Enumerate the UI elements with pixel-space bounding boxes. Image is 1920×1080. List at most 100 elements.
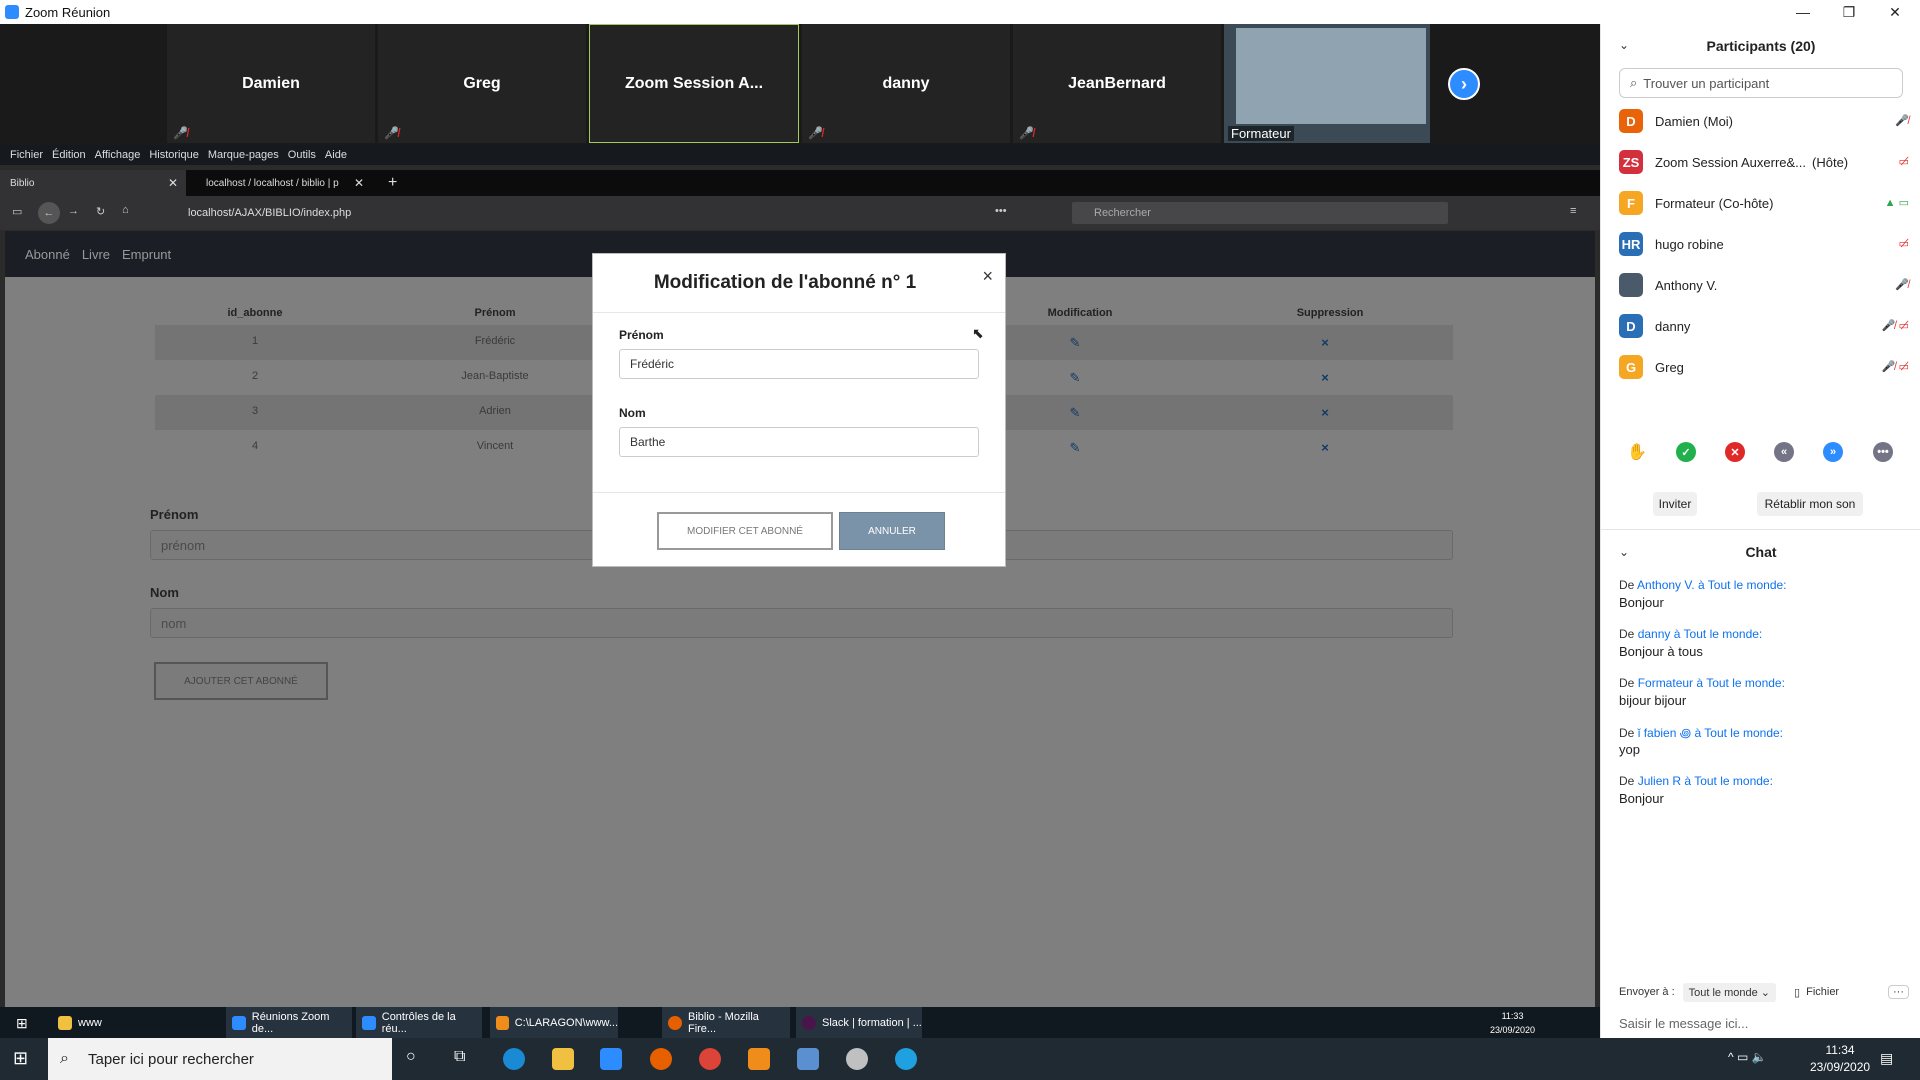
hamburger-menu-icon[interactable]: ≡	[1570, 205, 1576, 217]
windows-start-icon[interactable]: ⊞	[13, 1048, 28, 1069]
forward-arrow-icon[interactable]: →	[68, 205, 79, 217]
task-firefox[interactable]: Biblio - Mozilla Fire...	[662, 1007, 790, 1039]
file-icon[interactable]: ▯	[1794, 986, 1800, 999]
task-view-icon[interactable]: ⧉	[454, 1048, 465, 1066]
participant-row[interactable]: ZS Zoom Session Auxerre&... (Hôte) ▭̸	[1619, 147, 1909, 177]
close-tab-icon[interactable]: ✕	[168, 176, 178, 190]
nav-emprunt[interactable]: Emprunt	[122, 247, 171, 262]
video-tile-greg[interactable]: Greg 🎤̸	[378, 24, 586, 143]
delete-x-icon[interactable]: ×	[1315, 370, 1335, 385]
participant-row[interactable]: Ddanny 🎤̸ ▭̸	[1619, 311, 1909, 341]
video-tile-jeanbernard[interactable]: JeanBernard 🎤̸	[1013, 24, 1221, 143]
menu-fichier[interactable]: Fichier	[10, 149, 43, 161]
new-tab-button[interactable]: +	[378, 170, 408, 196]
taskbar-search-input[interactable]: ⌕ Taper ici pour rechercher	[48, 1038, 392, 1080]
participant-search-input[interactable]: ⌕ Trouver un participant	[1619, 68, 1903, 98]
taskbar-clock[interactable]: 11:34 23/09/2020	[1810, 1042, 1870, 1076]
menu-marque-pages[interactable]: Marque-pages	[208, 149, 279, 161]
participant-row[interactable]: Anthony V. 🎤̸	[1619, 270, 1909, 300]
chat-message-input[interactable]: Saisir le message ici...	[1619, 1016, 1748, 1031]
participant-row[interactable]: F Formateur (Co-hôte) ▲ ▭	[1619, 188, 1909, 218]
sublime-text-icon[interactable]	[748, 1048, 770, 1070]
notifications-icon[interactable]: ▤	[1880, 1050, 1893, 1067]
recipient[interactable]: Tout le monde:	[1684, 627, 1763, 641]
menu-historique[interactable]: Historique	[149, 149, 199, 161]
delete-x-icon[interactable]: ×	[1315, 440, 1335, 455]
delete-x-icon[interactable]: ×	[1315, 335, 1335, 350]
sender[interactable]: Formateur	[1638, 676, 1693, 690]
sender[interactable]: Julien R	[1638, 774, 1681, 788]
sender[interactable]: ǐ fabien ꩜	[1638, 726, 1691, 740]
video-tile-danny[interactable]: danny 🎤̸	[802, 24, 1010, 143]
reload-icon[interactable]: ↻	[96, 205, 105, 218]
recipient[interactable]: Tout le monde:	[1706, 676, 1785, 690]
task-zoom-meetings[interactable]: Réunions Zoom de...	[226, 1007, 352, 1039]
go-slower-icon[interactable]: «	[1774, 442, 1794, 462]
minimize-button[interactable]: —	[1780, 0, 1826, 24]
task-zoom-controls[interactable]: Contrôles de la réu...	[356, 1007, 482, 1039]
go-faster-icon[interactable]: »	[1823, 442, 1843, 462]
url-bar[interactable]: localhost/AJAX/BIBLIO/index.php	[188, 203, 1008, 223]
file-explorer-icon[interactable]	[552, 1048, 574, 1070]
participant-row[interactable]: G Greg 🎤̸ ▭̸	[1619, 352, 1909, 382]
delete-x-icon[interactable]: ×	[1315, 405, 1335, 420]
more-options-icon[interactable]: •••	[1873, 442, 1893, 462]
modal-prenom-input[interactable]: Frédéric	[619, 349, 979, 379]
add-subscriber-button[interactable]: AJOUTER CET ABONNÉ	[154, 662, 328, 700]
file-button[interactable]: Fichier	[1806, 986, 1839, 998]
home-icon[interactable]: ⌂	[122, 204, 129, 216]
sidebar-icon[interactable]: ▭	[12, 205, 22, 218]
close-tab-icon[interactable]: ✕	[354, 176, 364, 190]
menu-aide[interactable]: Aide	[325, 149, 347, 161]
modify-subscriber-button[interactable]: MODIFIER CET ABONNÉ	[657, 512, 833, 550]
sender[interactable]: danny	[1638, 627, 1671, 641]
unmute-button[interactable]: Rétablir mon son	[1757, 492, 1863, 516]
next-page-chevron-icon[interactable]: ›	[1448, 68, 1480, 100]
back-arrow-icon[interactable]: ←	[38, 202, 60, 224]
edit-pencil-icon[interactable]: ✎	[1065, 405, 1085, 421]
video-tile-damien[interactable]: Damien 🎤̸	[167, 24, 375, 143]
video-tile-formateur[interactable]: Formateur	[1224, 24, 1430, 143]
cortana-icon[interactable]: ○	[406, 1048, 416, 1066]
sender[interactable]: Anthony V.	[1637, 578, 1695, 592]
nav-livre[interactable]: Livre	[82, 247, 110, 262]
system-tray-icons[interactable]: ^ ▭ 🔈	[1728, 1050, 1767, 1064]
yes-check-icon[interactable]: ✓	[1676, 442, 1696, 462]
video-tile-zoom-session[interactable]: Zoom Session A...	[589, 24, 799, 143]
participant-row[interactable]: D Damien (Moi) 🎤̸	[1619, 106, 1909, 136]
search-input[interactable]: Rechercher	[1072, 202, 1448, 224]
zoom-icon[interactable]	[600, 1048, 622, 1070]
app-icon[interactable]	[846, 1048, 868, 1070]
recipient-dropdown[interactable]: Tout le monde ⌄	[1682, 982, 1777, 1002]
modal-nom-input[interactable]: Barthe	[619, 427, 979, 457]
close-window-button[interactable]: ✕	[1872, 0, 1918, 24]
menu-edition[interactable]: Édition	[52, 149, 86, 161]
task-www[interactable]: www	[52, 1007, 176, 1039]
nav-abonne[interactable]: Abonné	[25, 247, 70, 262]
more-options-icon[interactable]: ···	[1888, 985, 1909, 999]
task-sublime[interactable]: C:\LARAGON\www...	[490, 1007, 618, 1039]
edit-pencil-icon[interactable]: ✎	[1065, 440, 1085, 456]
modal-close-icon[interactable]: ×	[982, 266, 993, 287]
app-icon[interactable]	[895, 1048, 917, 1070]
tab-biblio[interactable]: Biblio ✕	[0, 170, 186, 196]
remote-desktop-icon[interactable]	[797, 1048, 819, 1070]
firefox-icon[interactable]	[650, 1048, 672, 1070]
cancel-button[interactable]: ANNULER	[839, 512, 945, 550]
recipient[interactable]: Tout le monde:	[1708, 578, 1787, 592]
edge-icon[interactable]	[503, 1048, 525, 1070]
invite-button[interactable]: Inviter	[1653, 492, 1697, 516]
page-actions-icon[interactable]: •••	[995, 205, 1007, 217]
maximize-button[interactable]: ❐	[1826, 0, 1872, 24]
participant-row[interactable]: HR hugo robine ▭̸	[1619, 229, 1909, 259]
task-slack[interactable]: Slack | formation | ...	[796, 1007, 922, 1039]
edit-pencil-icon[interactable]: ✎	[1065, 370, 1085, 386]
menu-affichage[interactable]: Affichage	[95, 149, 141, 161]
recipient[interactable]: Tout le monde:	[1694, 774, 1773, 788]
windows-start-icon[interactable]: ⊞	[16, 1015, 28, 1032]
raise-hand-icon[interactable]: ✋	[1627, 442, 1647, 462]
form-nom-input[interactable]: nom	[150, 608, 1453, 638]
recipient[interactable]: Tout le monde:	[1704, 726, 1783, 740]
chrome-icon[interactable]	[699, 1048, 721, 1070]
tab-phpmyadmin[interactable]: localhost / localhost / biblio | p ✕	[196, 170, 372, 196]
